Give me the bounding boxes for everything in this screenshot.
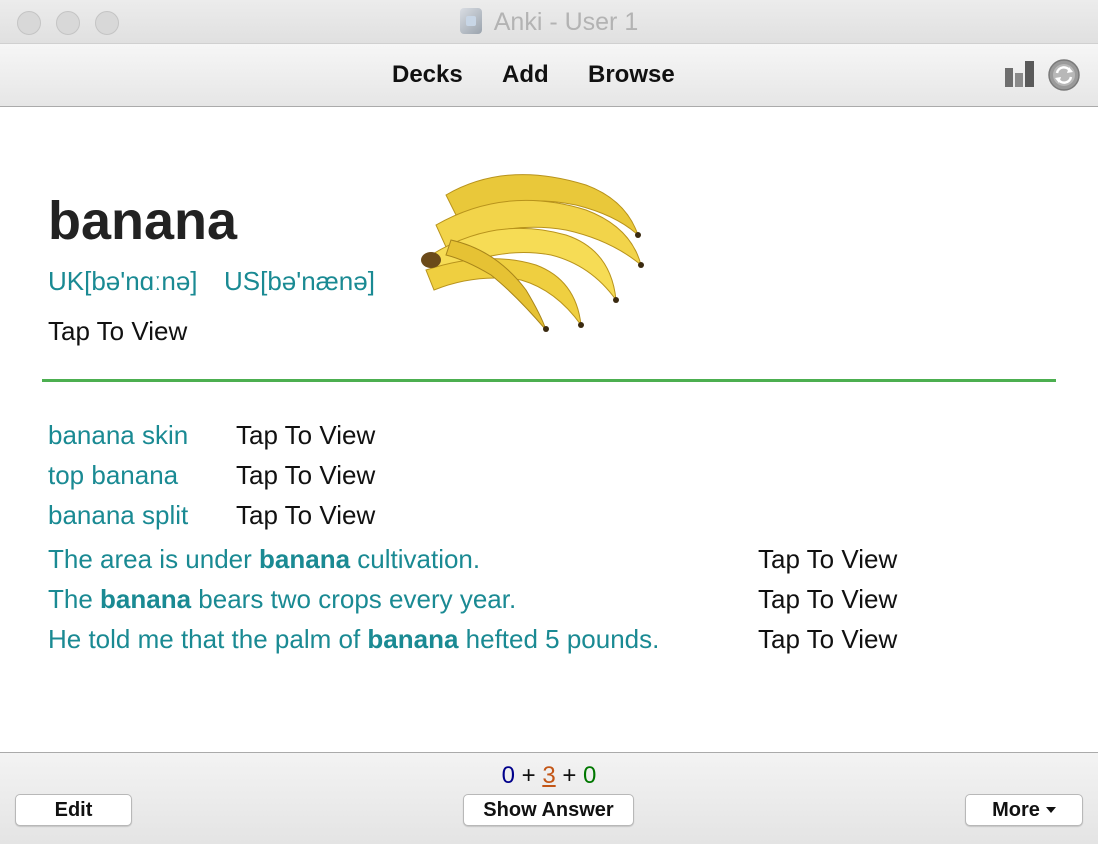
sentence-before: The bbox=[48, 584, 101, 614]
plus-sign: + bbox=[521, 762, 536, 789]
stats-icon[interactable] bbox=[1004, 59, 1036, 87]
phrase-top-banana: top banana bbox=[48, 460, 179, 490]
review-bottombar: 0 + 3 + 0 Edit Show Answer More bbox=[0, 752, 1098, 844]
sentence-tap-to-view[interactable]: Tap To View bbox=[758, 624, 897, 655]
banana-image bbox=[416, 155, 664, 332]
sentence-after: hefted 5 pounds. bbox=[458, 624, 660, 654]
sentence-after: cultivation. bbox=[350, 544, 481, 574]
anki-app-icon bbox=[459, 8, 482, 34]
review-count: 0 bbox=[583, 762, 597, 789]
sentence-tap-to-view[interactable]: Tap To View bbox=[758, 584, 897, 615]
card-word: banana bbox=[48, 191, 238, 251]
learning-count: 3 bbox=[542, 762, 556, 789]
new-count: 0 bbox=[501, 762, 515, 789]
window-title: Anki - User 1 bbox=[0, 8, 1098, 37]
example-sentence: The banana bears two crops every year. bbox=[48, 584, 516, 615]
section-divider bbox=[42, 379, 1056, 382]
more-button[interactable]: More bbox=[965, 794, 1083, 826]
sentence-keyword: banana bbox=[100, 584, 192, 614]
phrase-banana-split: banana split bbox=[48, 500, 189, 530]
sentence-tap-to-view[interactable]: Tap To View bbox=[758, 544, 897, 575]
edit-button[interactable]: Edit bbox=[15, 794, 132, 826]
plus-sign: + bbox=[562, 762, 577, 789]
sentence-keyword: banana bbox=[367, 624, 459, 654]
decks-link[interactable]: Decks bbox=[392, 61, 463, 89]
sync-icon[interactable] bbox=[1047, 58, 1081, 92]
phrase-tap-to-view[interactable]: Tap To View bbox=[236, 460, 375, 491]
sentence-keyword: banana bbox=[259, 544, 351, 574]
show-answer-button[interactable]: Show Answer bbox=[463, 794, 634, 826]
window-title-text: Anki - User 1 bbox=[493, 8, 639, 36]
due-counts: 0 + 3 + 0 bbox=[0, 762, 1098, 790]
sentence-before: He told me that the palm of bbox=[48, 624, 368, 654]
sentence-after: bears two crops every year. bbox=[191, 584, 517, 614]
pronunciation-uk[interactable]: UK[bə'nɑːnə] bbox=[48, 266, 198, 297]
sentence-before: The area is under bbox=[48, 544, 260, 574]
chevron-down-icon bbox=[1045, 807, 1056, 813]
add-link[interactable]: Add bbox=[502, 61, 549, 89]
phrase-tap-to-view[interactable]: Tap To View bbox=[236, 500, 375, 531]
example-sentence: He told me that the palm of banana hefte… bbox=[48, 624, 659, 655]
window-titlebar: Anki - User 1 bbox=[0, 0, 1098, 44]
phrase-tap-to-view[interactable]: Tap To View bbox=[236, 420, 375, 451]
meaning-tap-to-view[interactable]: Tap To View bbox=[48, 316, 187, 347]
phrase-banana-skin: banana skin bbox=[48, 420, 189, 450]
example-sentence: The area is under banana cultivation. bbox=[48, 544, 480, 575]
main-toolbar: Decks Add Browse bbox=[0, 44, 1098, 107]
more-button-label: More bbox=[992, 799, 1040, 821]
browse-link[interactable]: Browse bbox=[588, 61, 675, 89]
pronunciation-us[interactable]: US[bə'nænə] bbox=[224, 266, 375, 297]
